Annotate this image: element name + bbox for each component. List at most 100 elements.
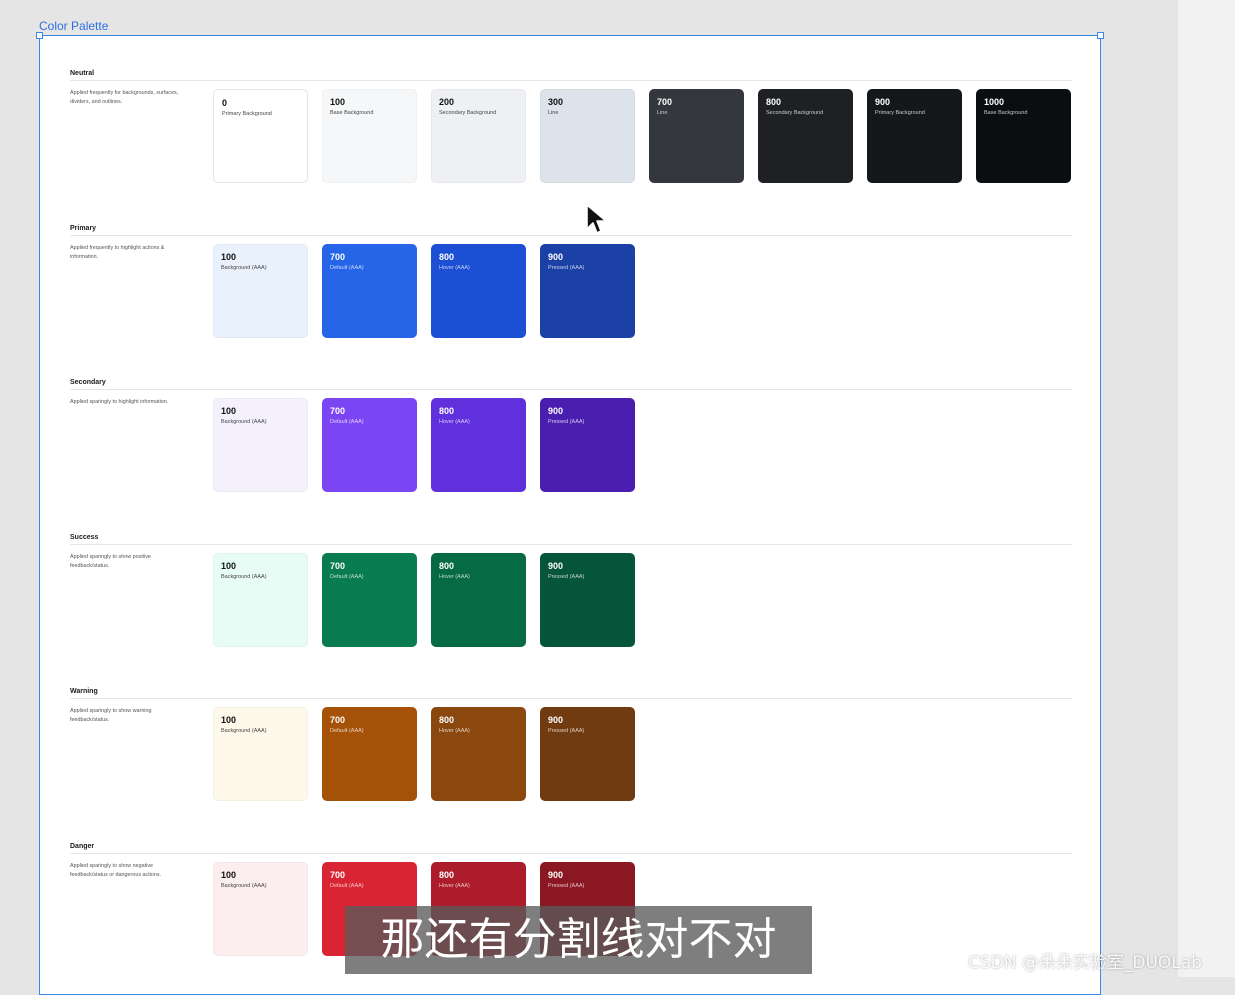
color-palette-frame[interactable]: Neutral Applied frequently for background… <box>36 32 1104 995</box>
swatch-label: Hover (AAA) <box>439 728 470 734</box>
swatch-value: 100 <box>221 870 237 880</box>
swatch-label: Secondary Background <box>439 110 497 116</box>
swatch-row: 100 Background (AAA) 700 Default (AAA) 800 Ho… <box>213 553 649 647</box>
swatch-label: Background (AAA) <box>221 419 267 425</box>
swatch-value: 1000 <box>984 97 1005 107</box>
swatch-value: 700 <box>330 561 346 571</box>
color-swatch-warning-700[interactable]: 700 Default (AAA) <box>322 707 417 801</box>
mouse-cursor-icon <box>586 204 607 234</box>
swatch-row: 100 Background (AAA) 700 Default (AAA) 800 Ho… <box>213 398 649 492</box>
color-swatch-neutral-200[interactable]: 200 Secondary Background <box>431 89 526 183</box>
section-description: Applied sparingly to show negative feedb… <box>70 863 162 878</box>
color-swatch-success-700[interactable]: 700 Default (AAA) <box>322 553 417 647</box>
section-description: Applied sparingly to show positive feedb… <box>70 554 151 569</box>
swatch-label: Line <box>657 110 668 116</box>
color-swatch-secondary-700[interactable]: 700 Default (AAA) <box>322 398 417 492</box>
section-divider <box>70 235 1072 236</box>
section-divider <box>70 80 1072 81</box>
resize-handle-top-right[interactable] <box>1097 32 1104 39</box>
section-divider <box>70 853 1072 854</box>
section-primary: Primary Applied frequently to highlight a… <box>70 223 1072 338</box>
swatch-label: Default (AAA) <box>330 419 364 425</box>
swatch-value: 700 <box>330 406 346 416</box>
color-swatch-warning-100[interactable]: 100 Background (AAA) <box>213 707 308 801</box>
swatch-value: 800 <box>439 870 455 880</box>
section-title: Primary <box>70 225 97 232</box>
color-swatch-primary-900[interactable]: 900 Pressed (AAA) <box>540 244 635 338</box>
swatch-value: 900 <box>548 406 564 416</box>
swatch-value: 900 <box>548 870 564 880</box>
frame-label[interactable]: Color Palette <box>39 19 108 33</box>
swatch-value: 100 <box>221 561 237 571</box>
color-swatch-success-800[interactable]: 800 Hover (AAA) <box>431 553 526 647</box>
color-swatch-neutral-700[interactable]: 700 Line <box>649 89 744 183</box>
color-swatch-danger-100[interactable]: 100 Background (AAA) <box>213 862 308 956</box>
color-swatch-neutral-800[interactable]: 800 Secondary Background <box>758 89 853 183</box>
section-description: Applied sparingly to highlight informati… <box>70 399 169 405</box>
swatch-label: Base Background <box>984 110 1028 116</box>
swatch-value: 800 <box>439 715 455 725</box>
section-divider <box>70 389 1072 390</box>
swatch-value: 200 <box>439 97 455 107</box>
color-swatch-primary-100[interactable]: 100 Background (AAA) <box>213 244 308 338</box>
swatch-label: Line <box>548 110 559 116</box>
color-swatch-neutral-900[interactable]: 900 Primary Background <box>867 89 962 183</box>
swatch-value: 800 <box>439 406 455 416</box>
swatch-value: 800 <box>766 97 782 107</box>
swatch-label: Pressed (AAA) <box>548 265 585 271</box>
swatch-label: Default (AAA) <box>330 574 364 580</box>
swatch-label: Hover (AAA) <box>439 419 470 425</box>
swatch-label: Pressed (AAA) <box>548 574 585 580</box>
swatch-value: 900 <box>875 97 891 107</box>
swatch-label: Base Background <box>330 110 374 116</box>
swatch-label: Default (AAA) <box>330 883 364 889</box>
section-description: Applied sparingly to show warning feedba… <box>70 708 152 723</box>
color-swatch-neutral-1000[interactable]: 1000 Base Background <box>976 89 1071 183</box>
color-swatch-secondary-800[interactable]: 800 Hover (AAA) <box>431 398 526 492</box>
color-swatch-secondary-900[interactable]: 900 Pressed (AAA) <box>540 398 635 492</box>
swatch-value: 100 <box>221 252 237 262</box>
section-title: Success <box>70 534 99 541</box>
section-divider <box>70 698 1072 699</box>
swatch-label: Secondary Background <box>766 110 824 116</box>
section-danger: Danger Applied sparingly to show negative… <box>70 841 1072 956</box>
swatch-label: Primary Background <box>875 110 925 116</box>
color-swatch-neutral-300[interactable]: 300 Line <box>540 89 635 183</box>
swatch-label: Hover (AAA) <box>439 883 470 889</box>
swatch-label: Pressed (AAA) <box>548 419 585 425</box>
resize-handle-top-left[interactable] <box>36 32 43 39</box>
right-panel <box>1178 0 1235 977</box>
color-swatch-secondary-100[interactable]: 100 Background (AAA) <box>213 398 308 492</box>
swatch-value: 0 <box>222 98 228 108</box>
swatch-value: 100 <box>221 406 237 416</box>
color-swatch-primary-700[interactable]: 700 Default (AAA) <box>322 244 417 338</box>
swatch-label: Background (AAA) <box>221 265 267 271</box>
color-swatch-success-100[interactable]: 100 Background (AAA) <box>213 553 308 647</box>
color-swatch-warning-900[interactable]: 900 Pressed (AAA) <box>540 707 635 801</box>
swatch-label: Hover (AAA) <box>439 574 470 580</box>
swatch-label: Background (AAA) <box>221 728 267 734</box>
color-swatch-warning-800[interactable]: 800 Hover (AAA) <box>431 707 526 801</box>
swatch-row: 0 Primary Background 100 Base Background 200… <box>213 89 1085 183</box>
swatch-value: 800 <box>439 252 455 262</box>
watermark: CSDN @朵朵实验室_DUOLab <box>968 953 1202 973</box>
color-swatch-neutral-100[interactable]: 100 Base Background <box>322 89 417 183</box>
swatch-value: 700 <box>657 97 673 107</box>
section-secondary: Secondary Applied sparingly to highlight … <box>70 377 1072 492</box>
swatch-row: 100 Background (AAA) 700 Default (AAA) 800 Ho… <box>213 244 649 338</box>
color-swatch-success-900[interactable]: 900 Pressed (AAA) <box>540 553 635 647</box>
swatch-label: Background (AAA) <box>221 883 267 889</box>
video-subtitle: 那还有分割线对不对 <box>345 906 812 974</box>
swatch-value: 700 <box>330 870 346 880</box>
section-divider <box>70 544 1072 545</box>
section-title: Danger <box>70 843 95 850</box>
color-swatch-primary-800[interactable]: 800 Hover (AAA) <box>431 244 526 338</box>
swatch-label: Default (AAA) <box>330 728 364 734</box>
swatch-label: Pressed (AAA) <box>548 883 585 889</box>
section-title: Warning <box>70 688 98 695</box>
swatch-label: Primary Background <box>222 111 272 117</box>
color-swatch-neutral-0[interactable]: 0 Primary Background <box>213 89 308 183</box>
swatch-value: 900 <box>548 715 564 725</box>
swatch-value: 900 <box>548 252 564 262</box>
section-neutral: Neutral Applied frequently for background… <box>70 68 1072 183</box>
